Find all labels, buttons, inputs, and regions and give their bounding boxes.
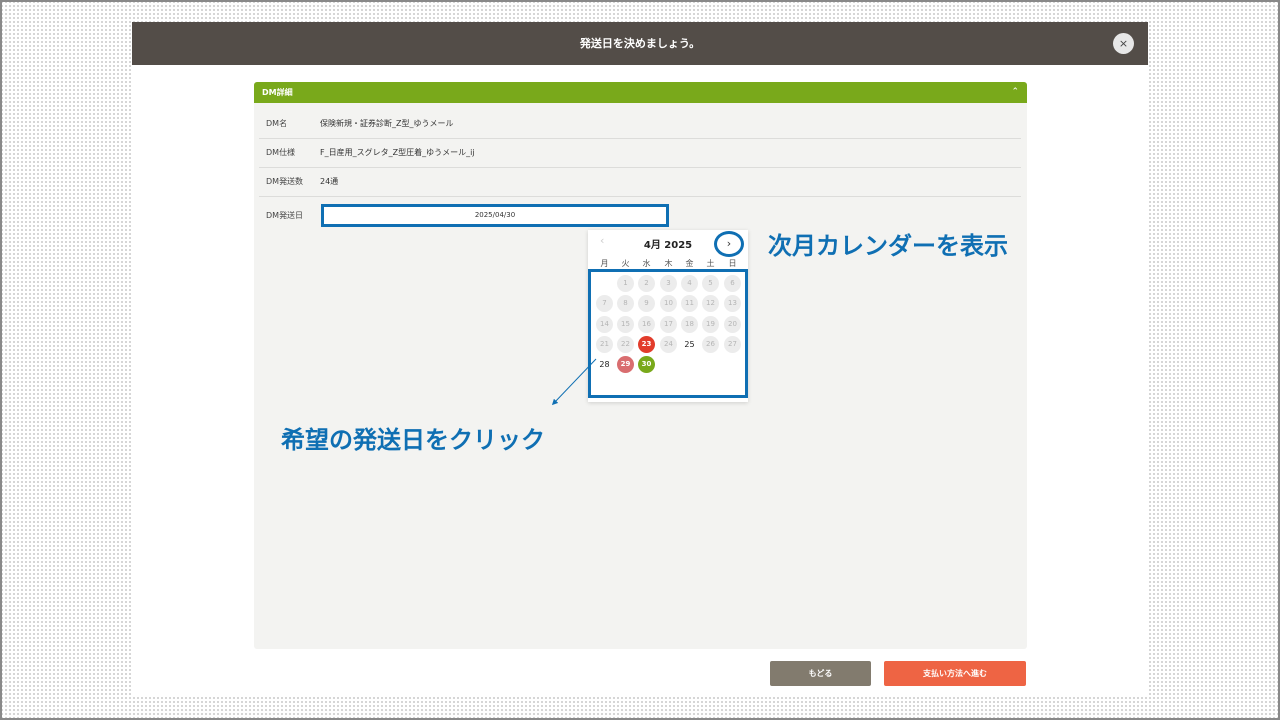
detail-row-dm-count: DM発送数 24通 [259, 167, 1021, 197]
annotation-arrow-icon [551, 358, 597, 406]
back-button[interactable]: もどる [770, 661, 871, 686]
detail-label: DM名 [266, 119, 288, 128]
section-header[interactable]: DM詳細 ⌃ [254, 82, 1027, 103]
calendar-weekday: 木 [664, 259, 673, 268]
detail-label: DM発送数 [266, 177, 304, 186]
calendar-day: 14 [596, 315, 613, 333]
ship-date-input[interactable]: 2025/04/30 [321, 204, 669, 227]
modal-dialog: 発送日を決めましょう。 × DM詳細 ⌃ DM名 保険新規・証券診断_Z型_ゆう… [132, 22, 1148, 696]
detail-value: 保険新規・証券診断_Z型_ゆうメール [320, 119, 454, 128]
calendar-day: 2 [638, 275, 655, 292]
calendar-weekday: 金 [685, 259, 694, 268]
detail-value: F_日産用_スグレタ_Z型圧着_ゆうメール_ij [320, 148, 475, 157]
dm-details-panel: DM詳細 ⌃ DM名 保険新規・証券診断_Z型_ゆうメール DM仕様 F_日産用… [254, 82, 1027, 649]
calendar-day: 27 [724, 335, 741, 353]
proceed-to-payment-button[interactable]: 支払い方法へ進む [884, 661, 1026, 686]
calendar-day: 4 [681, 275, 698, 292]
next-month-button[interactable]: › [714, 231, 744, 257]
modal-title: 発送日を決めましょう。 [579, 37, 701, 50]
calendar-day: 22 [617, 335, 634, 353]
ship-date-label: DM発送日 [266, 211, 304, 220]
detail-row-dm-name: DM名 保険新規・証券診断_Z型_ゆうメール [259, 109, 1021, 139]
click-date-annotation: 希望の発送日をクリック [281, 426, 545, 454]
calendar-day: 6 [724, 275, 741, 292]
calendar-day: 24 [660, 335, 677, 353]
close-icon[interactable]: × [1113, 33, 1134, 54]
calendar-day: 21 [596, 335, 613, 353]
date-picker-calendar: ‹ 4月 2025 › 月火水木金土日 1 2 3 4 5 6 7 8 9 10 11 12 13 14 15… [588, 230, 748, 402]
calendar-day: 20 [724, 315, 741, 333]
calendar-day: 17 [660, 315, 677, 333]
next-month-annotation: 次月カレンダーを表示 [768, 232, 1008, 260]
calendar-day: 26 [702, 335, 719, 353]
calendar-weekday: 火 [621, 259, 630, 268]
calendar-weekday: 日 [728, 259, 737, 268]
chevron-up-icon[interactable]: ⌃ [1011, 82, 1019, 103]
detail-value: 24通 [320, 177, 339, 186]
calendar-day: 1 [617, 275, 634, 292]
calendar-day[interactable]: 23 [638, 335, 655, 353]
calendar-weekday: 水 [642, 259, 651, 268]
calendar-day: 5 [702, 275, 719, 292]
calendar-day: 3 [660, 275, 677, 292]
calendar-day[interactable]: 25 [681, 336, 698, 353]
calendar-day: 19 [702, 315, 719, 333]
calendar-day: 18 [681, 315, 698, 333]
section-title: DM詳細 [262, 88, 293, 97]
detail-label: DM仕様 [266, 148, 296, 157]
modal-header: 発送日を決めましょう。 × [132, 22, 1148, 65]
calendar-day: 15 [617, 315, 634, 333]
calendar-weekday: 土 [706, 259, 715, 268]
detail-row-dm-spec: DM仕様 F_日産用_スグレタ_Z型圧着_ゆうメール_ij [259, 138, 1021, 168]
calendar-day: 16 [638, 315, 655, 333]
calendar-weekday: 月 [600, 259, 609, 268]
